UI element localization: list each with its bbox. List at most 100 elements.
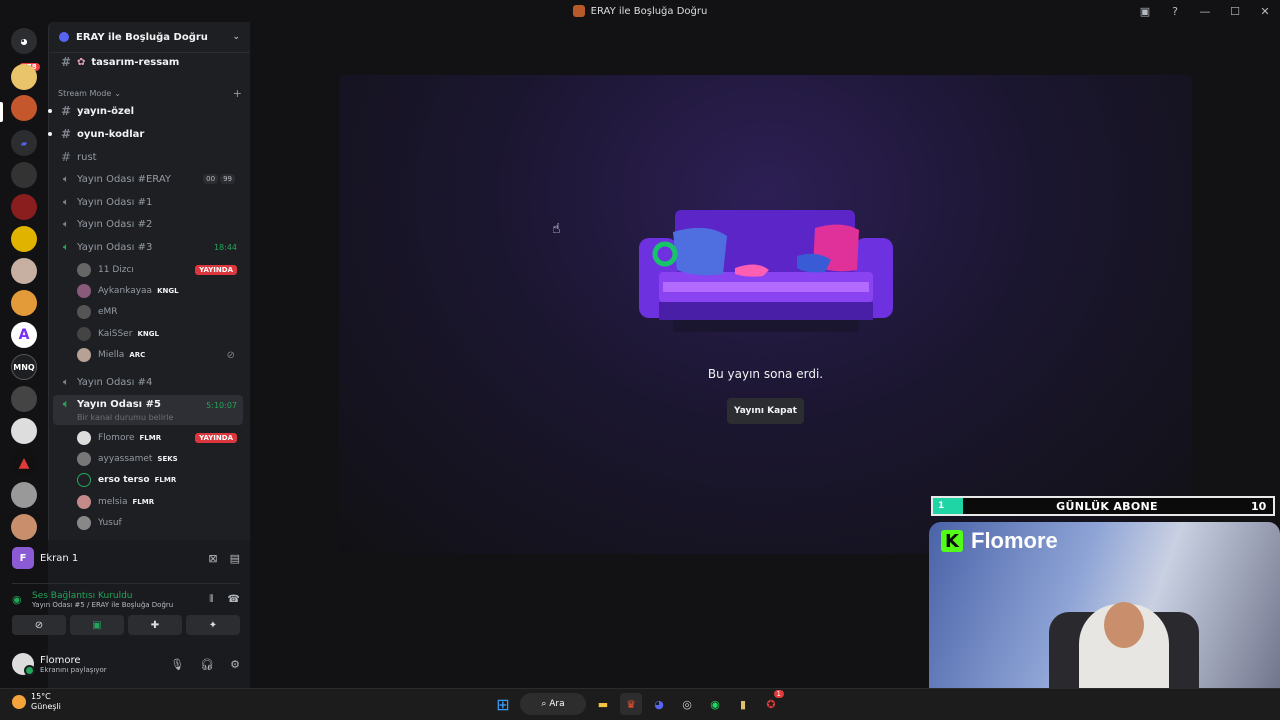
channel-label: Yayın Odası #5 (77, 399, 161, 410)
voice-action-buttons: ⊘ ▣ ✚ ✦ (12, 615, 240, 635)
channel-rust[interactable]: # rust (53, 147, 243, 167)
voice-user[interactable]: 11 Dizcı YAYINDA (77, 260, 243, 280)
taskbar-apps: ⊞ ⌕ Ara ▬ ♛ ◕ ◎ ◉ ▮ ✪ 1 (492, 690, 784, 716)
server-icon-7[interactable] (11, 418, 37, 444)
stream-ended-panel (339, 75, 1192, 554)
title-bar: ERAY ile Boşluğa Doğru ▣ ? — ☐ ✕ (0, 0, 1280, 22)
voice-user[interactable]: melsia FLMR (77, 492, 243, 512)
voice-user[interactable]: KaiSSer KNGL (77, 324, 243, 344)
voice-user[interactable]: eMR (77, 302, 243, 322)
server-icon-9[interactable] (11, 482, 37, 508)
server-icon-mnq[interactable]: MNQ (11, 354, 37, 380)
server-icon-10[interactable] (11, 514, 37, 540)
hash-icon: # (60, 55, 72, 69)
server-icon-3[interactable] (11, 226, 37, 252)
app-window: ERAY ile Boşluğa Doğru ▣ ? — ☐ ✕ ◕ 478 ▰… (0, 0, 1280, 720)
avatar[interactable] (12, 653, 35, 676)
brave-browser-icon[interactable]: ♛ (620, 693, 642, 715)
user-name: Miella (98, 350, 125, 360)
stream-settings-icon[interactable]: ▤ (230, 552, 240, 565)
voice-user[interactable]: Aykankayaa KNGL (77, 281, 243, 301)
server-icon-8[interactable]: ▲ (11, 450, 37, 476)
voice-channel-3[interactable]: 🔈︎ Yayın Odası #3 18:44 (53, 237, 243, 257)
server-icon-cat[interactable] (11, 64, 37, 90)
server-icon-eray[interactable] (11, 95, 37, 121)
voice-channel-2[interactable]: 🔈︎ Yayın Odası #2 (53, 214, 243, 234)
user-name: 11 Dizcı (98, 265, 134, 275)
microphone-icon[interactable]: 🎙︎ (170, 658, 184, 671)
channel-timer: 18:44 (213, 242, 237, 252)
user-name: melsia (98, 497, 128, 507)
voice-user[interactable]: erso terso FLMR (77, 470, 243, 490)
discord-home-icon[interactable]: ◕ (11, 28, 37, 54)
channel-label: Yayın Odası #4 (77, 376, 153, 388)
voice-user[interactable]: Miella ARC ⊘ (77, 345, 243, 365)
notification-badge: 1 (773, 690, 784, 698)
clan-tag: FLMR (132, 498, 155, 506)
server-icon-1[interactable] (11, 162, 37, 188)
goal-progress-fill: 1 (933, 498, 963, 514)
live-badge: YAYINDA (195, 433, 237, 443)
discord-icon[interactable]: ◕ (648, 693, 670, 715)
voice-channel-1[interactable]: 🔈︎ Yayın Odası #1 (53, 192, 243, 212)
unread-dot (48, 109, 52, 113)
server-header[interactable]: ERAY ile Boşluğa Doğru ⌄ (49, 22, 250, 53)
clan-tag: SEKS (157, 455, 178, 463)
speaker-icon: 🔈︎ (63, 399, 69, 410)
voice-user[interactable]: ayyassamet SEKS (77, 449, 243, 469)
spotify-icon[interactable]: ◉ (704, 693, 726, 715)
help-icon[interactable]: ? (1160, 5, 1190, 18)
category-stream-mode[interactable]: Stream Mode ⌄ + (58, 87, 242, 100)
obs-icon[interactable]: ◎ (676, 693, 698, 715)
camera-off-button[interactable]: ⊘ (12, 615, 66, 635)
headphones-icon[interactable]: 🎧︎ (200, 658, 214, 671)
taskbar-search[interactable]: ⌕ Ara (520, 693, 586, 715)
screen-share-row: F Ekran 1 ⊠ ▤ (12, 547, 240, 569)
voice-user[interactable]: Yusuf (77, 513, 243, 533)
speaker-icon: 🔈︎ (63, 241, 69, 253)
folder-icon[interactable]: ▰ (11, 130, 37, 156)
daily-sub-goal: 1 GÜNLÜK ABONE 10 (931, 496, 1275, 516)
close-button[interactable]: ✕ (1250, 5, 1280, 18)
minimize-button[interactable]: — (1190, 5, 1220, 18)
disconnect-icon[interactable]: ☎ (228, 594, 240, 605)
inbox-icon[interactable]: ▣ (1130, 5, 1160, 18)
server-icon-5[interactable] (11, 290, 37, 316)
add-channel-icon[interactable]: + (233, 87, 242, 100)
user-name: Flomore (98, 433, 135, 443)
voice-channel-eray[interactable]: 🔈︎ Yayın Odası #ERAY 00 99 (53, 169, 243, 189)
voice-channel-path[interactable]: Yayın Odası #5 / ERAY ile Boşluğa Doğru (32, 601, 173, 609)
windows-start-icon[interactable]: ⊞ (492, 693, 514, 715)
file-explorer-icon[interactable]: ▬ (592, 693, 614, 715)
voice-status[interactable]: Ses Bağlantısı Kuruldu (32, 591, 173, 601)
gear-icon[interactable]: ⚙ (230, 658, 240, 671)
channel-label: tasarım-ressam (91, 56, 180, 68)
channel-label: Yayın Odası #2 (77, 218, 153, 230)
signal-icon[interactable]: ◉ (12, 593, 32, 606)
user-name: eMR (98, 307, 118, 317)
screen-share-button[interactable]: ▣ (70, 615, 124, 635)
server-icon-2[interactable] (11, 194, 37, 220)
activities-button[interactable]: ✚ (128, 615, 182, 635)
voice-user[interactable]: Flomore FLMR YAYINDA (77, 428, 243, 448)
channel-tasarim-ressam[interactable]: # ✿ tasarım-ressam (53, 52, 243, 72)
search-label: Ara (549, 699, 565, 709)
game-launcher-icon[interactable]: ✪ 1 (760, 690, 784, 715)
soundboard-button[interactable]: ✦ (186, 615, 240, 635)
app-icon[interactable]: ▮ (732, 693, 754, 715)
stop-stream-icon[interactable]: ⊠ (208, 552, 217, 565)
noise-suppression-icon[interactable]: ⦀ (209, 594, 213, 605)
user-limit: 00 99 (203, 174, 235, 184)
channel-status[interactable]: Bir kanal durumu belirle (77, 413, 173, 422)
voice-channel-4[interactable]: 🔈︎ Yayın Odası #4 (53, 372, 243, 392)
sun-icon (12, 695, 26, 709)
server-icon-a[interactable]: A (11, 322, 37, 348)
server-icon-6[interactable] (11, 386, 37, 412)
close-stream-button[interactable]: Yayını Kapat (727, 398, 804, 424)
weather-widget[interactable]: 15°C Güneşli (12, 692, 61, 712)
channel-oyun-kodlar[interactable]: # oyun-kodlar (48, 124, 243, 144)
server-icon-4[interactable] (11, 258, 37, 284)
muted-mic-icon: ⊘ (226, 349, 235, 361)
maximize-button[interactable]: ☐ (1220, 5, 1250, 18)
channel-yayin-ozel[interactable]: # yayın-özel (48, 101, 243, 121)
